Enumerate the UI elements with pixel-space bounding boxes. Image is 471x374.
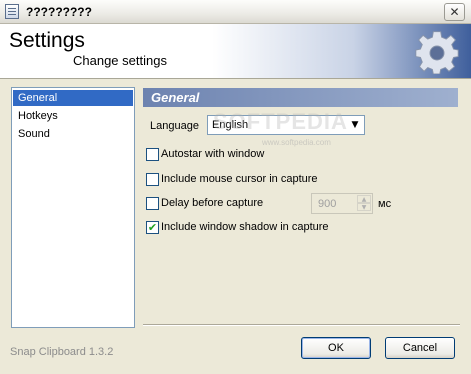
app-icon xyxy=(5,4,19,19)
close-button[interactable]: ✕ xyxy=(444,3,465,21)
delay-checkbox[interactable] xyxy=(146,197,159,210)
divider xyxy=(143,324,460,326)
title-bar[interactable]: ????????? ✕ xyxy=(0,0,471,24)
version-label: Snap Clipboard 1.3.2 xyxy=(10,346,114,358)
page-subtitle: Change settings xyxy=(73,53,167,68)
window-title: ????????? xyxy=(26,5,92,19)
mouse-cursor-label: Include mouse cursor in capture xyxy=(161,173,318,185)
delay-unit-label: мс xyxy=(378,198,392,210)
language-value: English xyxy=(212,119,249,131)
autostart-checkbox[interactable] xyxy=(146,148,159,161)
header-banner: Settings Change settings xyxy=(0,24,471,79)
language-select[interactable]: English ▼ xyxy=(207,115,365,135)
sidebar-item-general[interactable]: General xyxy=(13,90,133,106)
watermark-url: www.softpedia.com xyxy=(262,138,331,147)
ok-button[interactable]: OK xyxy=(301,337,371,359)
window-shadow-label: Include window shadow in capture xyxy=(161,221,329,233)
delay-label: Delay before capture xyxy=(161,197,264,209)
spin-down-icon[interactable]: ▼ xyxy=(357,203,371,211)
window-shadow-checkbox[interactable]: ✔ xyxy=(146,221,159,234)
mouse-cursor-checkbox[interactable] xyxy=(146,173,159,186)
chevron-down-icon[interactable]: ▼ xyxy=(347,117,363,133)
page-title: Settings xyxy=(9,29,85,52)
language-label: Language xyxy=(150,120,199,132)
gear-icon xyxy=(415,31,459,74)
delay-value[interactable]: 900 xyxy=(318,198,336,210)
cancel-button[interactable]: Cancel xyxy=(385,337,455,359)
settings-category-list[interactable]: General Hotkeys Sound xyxy=(11,87,135,328)
delay-stepper[interactable]: 900 ▲ ▼ xyxy=(311,193,373,214)
section-title: General xyxy=(143,88,458,107)
sidebar-item-hotkeys[interactable]: Hotkeys xyxy=(13,108,133,124)
sidebar-item-sound[interactable]: Sound xyxy=(13,126,133,142)
autostart-label: Autostar with window xyxy=(161,148,265,160)
spin-up-icon[interactable]: ▲ xyxy=(357,195,371,203)
